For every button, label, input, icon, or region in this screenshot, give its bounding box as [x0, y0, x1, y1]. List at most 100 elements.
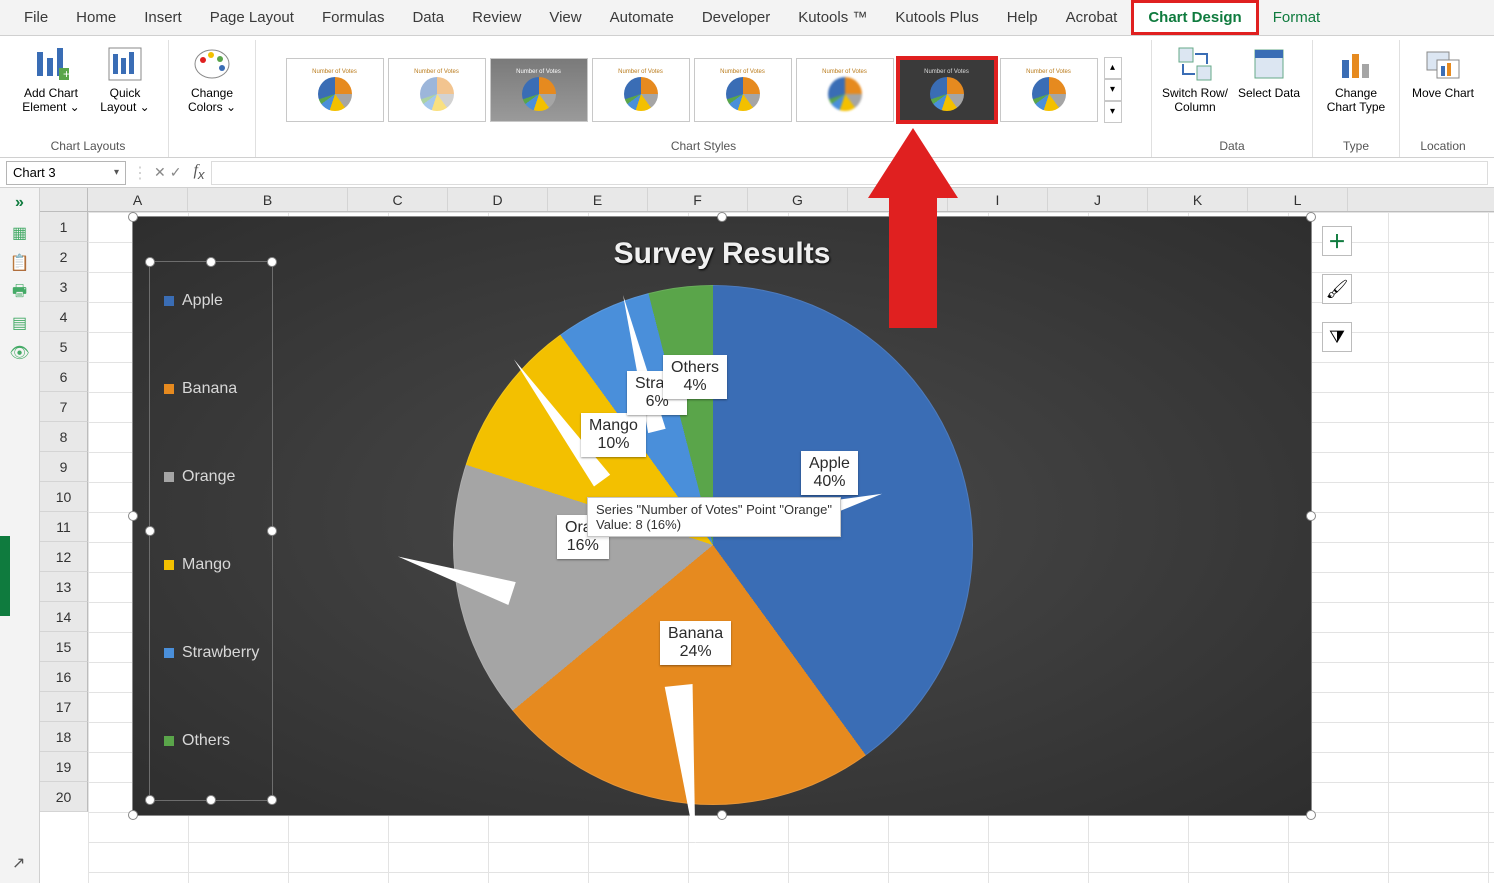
- row-header[interactable]: 1: [40, 212, 88, 242]
- grid[interactable]: A B C D E F G H I J K L 1 2 3 4 5 6 7 8 …: [40, 188, 1494, 883]
- tool-icon-2[interactable]: 📋: [10, 254, 30, 272]
- legend-item-apple[interactable]: Apple: [164, 292, 223, 310]
- name-box-dropdown-icon[interactable]: ▾: [114, 167, 119, 178]
- row-header[interactable]: 17: [40, 692, 88, 722]
- move-chart-button[interactable]: Move Chart: [1406, 40, 1480, 104]
- resize-handle[interactable]: [1306, 810, 1316, 820]
- col-header[interactable]: B: [188, 188, 348, 211]
- row-header[interactable]: 12: [40, 542, 88, 572]
- row-header[interactable]: 6: [40, 362, 88, 392]
- tab-kutools-plus[interactable]: Kutools Plus: [881, 3, 992, 32]
- row-header[interactable]: 14: [40, 602, 88, 632]
- chart-style-1[interactable]: Number of Votes: [286, 58, 384, 122]
- tab-data[interactable]: Data: [398, 3, 458, 32]
- tool-icon-4[interactable]: ▤: [10, 314, 30, 332]
- chart-filters-button[interactable]: ⧩: [1322, 322, 1352, 352]
- row-header[interactable]: 9: [40, 452, 88, 482]
- legend-item-orange[interactable]: Orange: [164, 468, 235, 486]
- resize-handle[interactable]: [128, 212, 138, 222]
- cancel-formula-icon[interactable]: ✕: [154, 164, 166, 181]
- col-header[interactable]: C: [348, 188, 448, 211]
- change-colors-button[interactable]: Change Colors ⌄: [175, 40, 249, 118]
- resize-handle[interactable]: [267, 257, 277, 267]
- tab-kutools[interactable]: Kutools ™: [784, 3, 881, 32]
- col-header[interactable]: D: [448, 188, 548, 211]
- resize-handle[interactable]: [128, 810, 138, 820]
- gallery-expand[interactable]: ▾: [1104, 101, 1122, 123]
- fx-icon[interactable]: fx: [187, 162, 210, 182]
- resize-handle[interactable]: [206, 257, 216, 267]
- row-header[interactable]: 11: [40, 512, 88, 542]
- col-header[interactable]: L: [1248, 188, 1348, 211]
- tool-icon-1[interactable]: ▦: [10, 224, 30, 242]
- tab-developer[interactable]: Developer: [688, 3, 784, 32]
- pane-collapse-handle[interactable]: [0, 536, 10, 616]
- chart-style-5[interactable]: Number of Votes: [694, 58, 792, 122]
- tool-icon-5[interactable]: 👁: [10, 344, 30, 362]
- tab-automate[interactable]: Automate: [596, 3, 688, 32]
- legend-item-mango[interactable]: Mango: [164, 556, 231, 574]
- row-header[interactable]: 5: [40, 332, 88, 362]
- resize-handle[interactable]: [717, 212, 727, 222]
- col-header[interactable]: I: [948, 188, 1048, 211]
- chart-title[interactable]: Survey Results: [133, 217, 1311, 271]
- tab-formulas[interactable]: Formulas: [308, 3, 399, 32]
- row-header[interactable]: 18: [40, 722, 88, 752]
- chart-style-3[interactable]: Number of Votes: [490, 58, 588, 122]
- resize-handle[interactable]: [145, 257, 155, 267]
- row-header[interactable]: 3: [40, 272, 88, 302]
- select-all-corner[interactable]: [40, 188, 88, 211]
- row-header[interactable]: 4: [40, 302, 88, 332]
- chart-style-6[interactable]: Number of Votes: [796, 58, 894, 122]
- formula-input[interactable]: [211, 161, 1488, 185]
- row-header[interactable]: 10: [40, 482, 88, 512]
- chart-style-8[interactable]: Number of Votes: [1000, 58, 1098, 122]
- resize-handle[interactable]: [145, 795, 155, 805]
- tab-insert[interactable]: Insert: [130, 3, 196, 32]
- row-header[interactable]: 19: [40, 752, 88, 782]
- tab-format[interactable]: Format: [1259, 3, 1335, 32]
- chart-style-4[interactable]: Number of Votes: [592, 58, 690, 122]
- chart-styles-button[interactable]: 🖌: [1322, 274, 1352, 304]
- chart-legend[interactable]: Apple Banana Orange Mango Strawberry Oth…: [149, 261, 273, 801]
- legend-item-others[interactable]: Others: [164, 732, 230, 750]
- col-header[interactable]: A: [88, 188, 188, 211]
- row-header[interactable]: 7: [40, 392, 88, 422]
- expand-pane-icon[interactable]: »: [10, 194, 30, 212]
- row-header[interactable]: 15: [40, 632, 88, 662]
- row-header[interactable]: 8: [40, 422, 88, 452]
- row-header[interactable]: 13: [40, 572, 88, 602]
- tab-help[interactable]: Help: [993, 3, 1052, 32]
- tab-view[interactable]: View: [535, 3, 595, 32]
- resize-handle[interactable]: [1306, 511, 1316, 521]
- chart-object[interactable]: Survey Results Apple Banana Orange Mango…: [132, 216, 1312, 816]
- tab-page-layout[interactable]: Page Layout: [196, 3, 308, 32]
- resize-handle[interactable]: [145, 526, 155, 536]
- resize-handle[interactable]: [206, 795, 216, 805]
- resize-handle[interactable]: [128, 511, 138, 521]
- col-header[interactable]: J: [1048, 188, 1148, 211]
- gallery-scroll-up[interactable]: ▴: [1104, 57, 1122, 79]
- tool-icon-3[interactable]: 🖶: [10, 284, 30, 302]
- col-header[interactable]: G: [748, 188, 848, 211]
- accept-formula-icon[interactable]: ✓: [170, 164, 182, 181]
- name-box[interactable]: Chart 3 ▾: [6, 161, 126, 185]
- row-header[interactable]: 20: [40, 782, 88, 812]
- col-header[interactable]: E: [548, 188, 648, 211]
- quick-layout-button[interactable]: Quick Layout ⌄: [88, 40, 162, 118]
- tab-review[interactable]: Review: [458, 3, 535, 32]
- data-label-banana[interactable]: Banana 24%: [660, 621, 731, 665]
- row-header[interactable]: 2: [40, 242, 88, 272]
- add-chart-element-button[interactable]: + Add Chart Element ⌄: [14, 40, 88, 118]
- data-label-mango[interactable]: Mango 10%: [581, 413, 646, 457]
- row-header[interactable]: 16: [40, 662, 88, 692]
- tab-chart-design[interactable]: Chart Design: [1131, 0, 1258, 35]
- change-chart-type-button[interactable]: Change Chart Type: [1319, 40, 1393, 118]
- resize-handle[interactable]: [1306, 212, 1316, 222]
- legend-item-strawberry[interactable]: Strawberry: [164, 644, 259, 662]
- chart-style-2[interactable]: Number of Votes: [388, 58, 486, 122]
- legend-item-banana[interactable]: Banana: [164, 380, 237, 398]
- gallery-scroll-down[interactable]: ▾: [1104, 79, 1122, 101]
- tab-file[interactable]: File: [10, 3, 62, 32]
- resize-handle[interactable]: [267, 526, 277, 536]
